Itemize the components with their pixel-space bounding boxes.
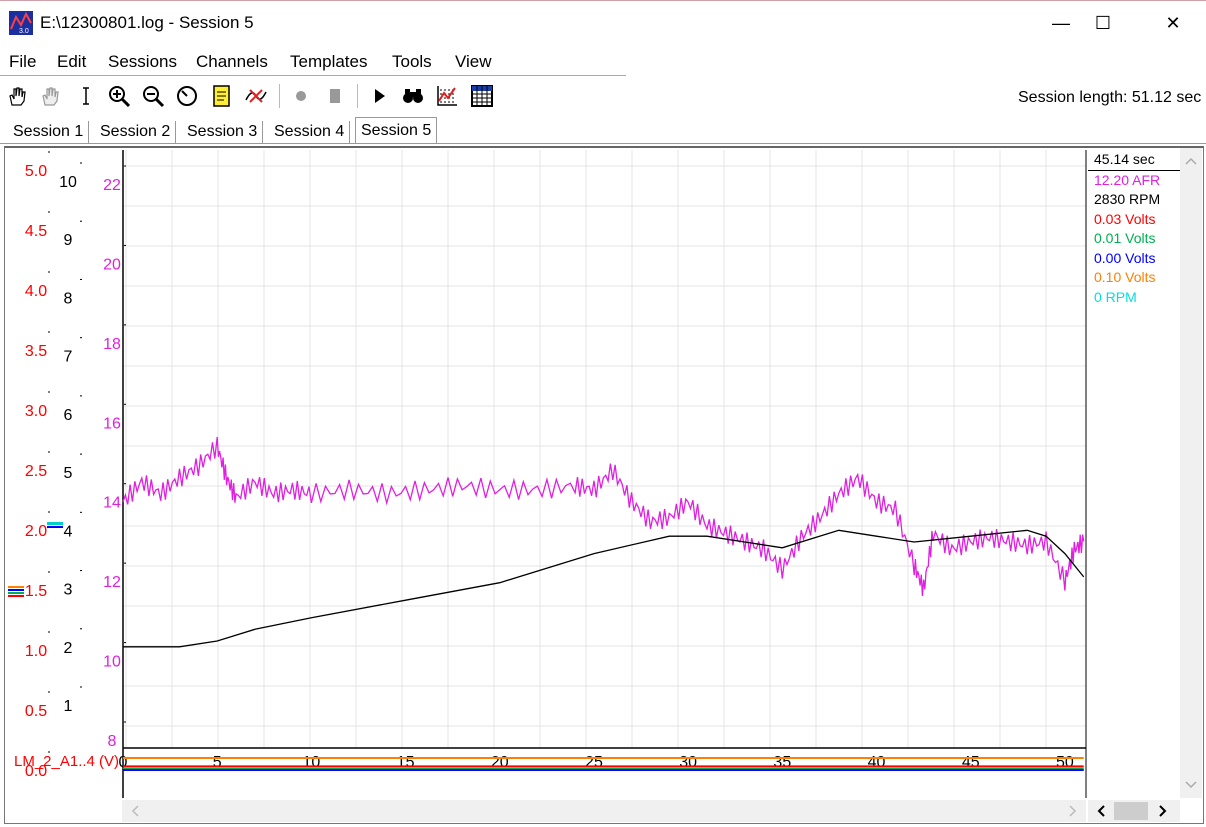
- channel-marker: [8, 592, 24, 594]
- y-tick-label: 22: [103, 177, 121, 194]
- y-tick-label: 2: [64, 640, 73, 657]
- y-tick-label: 1: [64, 698, 73, 715]
- axis-label: LM_2_A1..4 (V): [14, 753, 119, 770]
- channel-marker: [47, 522, 63, 525]
- channel-marker: [8, 595, 24, 597]
- y-tick-label: 10: [59, 174, 77, 191]
- y-tick-label: 1.5: [25, 583, 47, 600]
- y-tick-label: 14: [103, 495, 121, 512]
- y-tick-label: 4.5: [25, 223, 47, 240]
- legend-item: 0.10 Volts: [1094, 269, 1156, 285]
- y-tick-label: 1.0: [25, 643, 47, 660]
- y-tick-label: 12: [103, 574, 121, 591]
- y-tick-label: 3.0: [25, 403, 47, 420]
- y-tick-label: 7: [64, 349, 73, 366]
- cursor-readout: 45.14 sec 12.20 AFR 2830 RPM 0.03 Volts 0.01…: [1088, 150, 1184, 307]
- y-tick-label: 5: [64, 465, 73, 482]
- y-tick-label: 8: [64, 290, 73, 307]
- y-tick-label: 5.0: [25, 163, 47, 180]
- vertical-scrollbar[interactable]: [1180, 148, 1202, 798]
- channel-marker: [8, 586, 24, 588]
- y-tick-label: 2.0: [25, 523, 47, 540]
- chart[interactable]: 0.00.51.01.52.02.53.03.54.04.55.01234567…: [0, 0, 1206, 826]
- legend-item: 0.00 Volts: [1094, 249, 1156, 266]
- legend-item: 0 RPM: [1094, 288, 1137, 305]
- y-tick-label: 3: [64, 582, 73, 599]
- y-tick-label: 10: [103, 654, 121, 671]
- legend-item: 0.01 Volts: [1094, 230, 1156, 246]
- y-tick-label: 2.5: [25, 463, 47, 480]
- legend-item: 12.20 AFR: [1094, 171, 1161, 188]
- legend-scrollbar[interactable]: [1088, 800, 1180, 822]
- y-tick-label: 9: [64, 232, 73, 249]
- cursor-time: 45.14 sec: [1088, 150, 1184, 171]
- y-tick-label: 3.5: [25, 343, 47, 360]
- y-tick-label: 0.5: [25, 703, 47, 720]
- channel-marker: [8, 589, 24, 591]
- y-tick-label: 4: [64, 523, 73, 540]
- y-tick-label: 4.0: [25, 283, 47, 300]
- y-tick-label: 6: [64, 407, 73, 424]
- legend-item: 2830 RPM: [1094, 191, 1161, 207]
- y-tick-label: 18: [103, 336, 121, 353]
- channel-marker: [47, 526, 63, 528]
- legend-item: 0.03 Volts: [1094, 210, 1156, 227]
- y-tick-label: 8: [108, 733, 117, 750]
- horizontal-scrollbar[interactable]: [122, 800, 1086, 822]
- plot-area: [123, 150, 1086, 748]
- y-tick-label: 20: [103, 256, 121, 273]
- y-tick-label: 16: [103, 415, 121, 432]
